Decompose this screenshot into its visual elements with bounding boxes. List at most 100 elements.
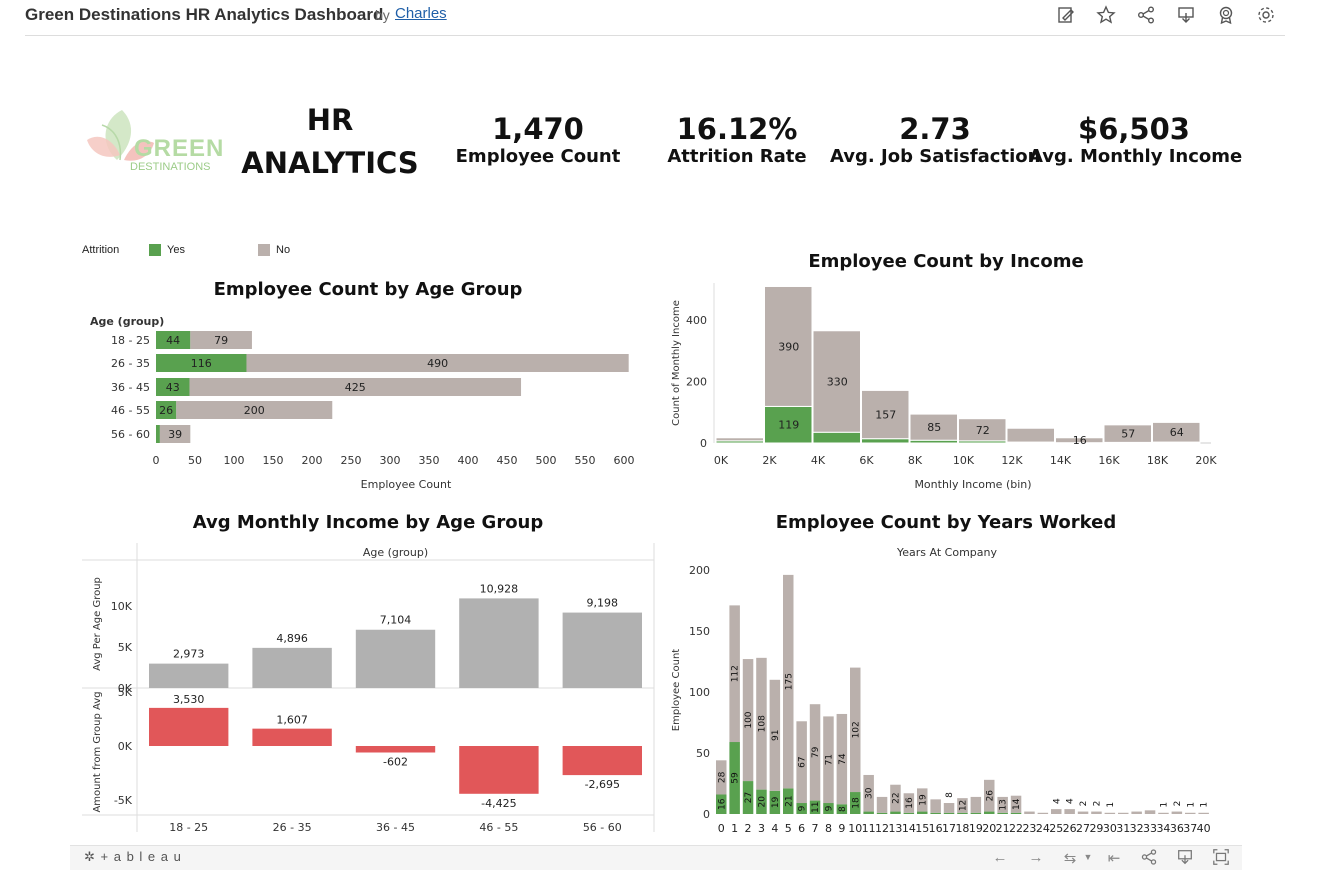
x-tick-label: 40	[1197, 822, 1211, 835]
revert-dropdown-icon[interactable]: ▼	[1078, 852, 1098, 870]
data-label-no: 28	[717, 771, 727, 783]
x-tick-label: 6K	[859, 454, 874, 467]
bar-no	[1185, 812, 1196, 814]
data-label-no: 1	[1106, 802, 1116, 808]
data-label-diff: -4,425	[481, 797, 516, 810]
data-label-no: 74	[838, 753, 848, 765]
x-tick-label: 14	[902, 822, 916, 835]
x-tick-label: 21	[996, 822, 1010, 835]
x-tick-label: 200	[302, 454, 323, 467]
data-label-yes: 44	[166, 334, 180, 347]
y-tick-label: 56 - 60	[111, 428, 150, 441]
x-axis-title: Employee Count	[361, 478, 452, 491]
x-tick-label: 29	[1089, 822, 1103, 835]
x-tick-label: 17	[942, 822, 956, 835]
bar-income-diff	[149, 707, 229, 746]
data-label-no: 57	[1121, 428, 1135, 441]
redo-icon[interactable]: →	[1026, 849, 1046, 867]
chart-employee-count-by-years[interactable]: Years At Company050100150200Employee Cou…	[665, 540, 1235, 840]
bar-income-diff	[355, 746, 436, 753]
data-label-no: 79	[214, 334, 228, 347]
bar-yes	[997, 812, 1008, 814]
chart-avg-monthly-income[interactable]: Age (group) 0K 5K 10K Avg Per Age Group 2,973…	[82, 540, 657, 840]
x-tick-label: 32	[1130, 822, 1144, 835]
star-icon[interactable]	[1096, 5, 1118, 27]
bar-no	[1037, 812, 1049, 814]
x-tick-label: 2K	[762, 454, 777, 467]
chart-title-income: Employee Count by Income	[808, 251, 1084, 272]
tableau-brand-text: + a b l e a u	[100, 849, 182, 864]
x-tick-label: 5	[785, 822, 792, 835]
legend-label-no: No	[276, 244, 291, 256]
x-tick-label: 16K	[1098, 454, 1120, 467]
data-label-avg: 2,973	[173, 648, 205, 661]
tableau-logo-icon: ✲	[84, 849, 96, 864]
bar-yes	[943, 812, 955, 814]
bar-yes	[861, 438, 910, 444]
x-tick-label: 7	[812, 822, 819, 835]
x-tick-label: 400	[458, 454, 479, 467]
data-label-yes: 116	[191, 357, 212, 370]
share-icon[interactable]	[1140, 848, 1160, 868]
x-axis-title: Monthly Income (bin)	[914, 478, 1031, 491]
kpi-employee-count: 1,470 Employee Count	[438, 112, 643, 167]
x-tick-label: 11	[862, 822, 876, 835]
undo-icon[interactable]: ←	[990, 849, 1010, 867]
bar-no	[930, 799, 941, 813]
data-label-yes: 26	[159, 404, 173, 417]
attrition-legend[interactable]: Attrition Yes No	[82, 243, 302, 261]
x-tick-label: 18K	[1147, 454, 1169, 467]
data-label-diff: -2,695	[585, 778, 620, 791]
bar-no	[1006, 427, 1055, 443]
edit-icon[interactable]	[1056, 5, 1078, 27]
x-tick-label: 500	[536, 454, 557, 467]
x-tick-label: 600	[614, 454, 635, 467]
data-label-no: 390	[778, 340, 799, 353]
data-label-no: 19	[918, 794, 928, 806]
tableau-logo[interactable]: ✲ + a b l e a u	[84, 849, 182, 865]
data-label-yes: 9	[798, 805, 808, 811]
chart-employee-count-by-age[interactable]: Age (group) 18 - 25 44 79 26 - 35 116 490 36 - …	[82, 305, 662, 495]
settings-icon[interactable]	[1256, 5, 1278, 27]
kpi-label: Employee Count	[455, 146, 621, 167]
data-label-no: 91	[771, 730, 781, 741]
data-label-yes: 27	[744, 792, 754, 803]
download-icon[interactable]	[1176, 5, 1198, 27]
x-tick-label: 24	[1036, 822, 1050, 835]
top-divider	[25, 35, 1285, 36]
x-tick-label: 36 - 45	[376, 821, 415, 834]
data-label-yes: 9	[824, 805, 834, 811]
data-label-no: 8	[945, 792, 955, 798]
bar-yes	[957, 812, 968, 814]
x-tick-label: 4	[771, 822, 778, 835]
data-label-avg: 7,104	[380, 614, 412, 627]
x-tick-label: 22	[1009, 822, 1023, 835]
x-tick-label: 13	[888, 822, 902, 835]
reset-icon[interactable]: ⇤	[1104, 849, 1124, 867]
kpi-value: 2.73	[899, 112, 971, 146]
author-link[interactable]: Charles	[395, 5, 447, 22]
bar-no	[1171, 811, 1183, 814]
data-label-no: 102	[851, 721, 861, 738]
bar-yes	[156, 425, 160, 443]
x-tick-label: 18	[955, 822, 969, 835]
revert-icon[interactable]: ⇆	[1060, 849, 1080, 867]
chart-title-age: Employee Count by Age Group	[213, 279, 523, 300]
badge-icon[interactable]	[1216, 5, 1238, 27]
x-tick-label: 9	[838, 822, 845, 835]
download-icon[interactable]	[1176, 848, 1196, 868]
fullscreen-icon[interactable]	[1212, 848, 1232, 868]
chart-employee-count-by-income[interactable]: 0 200 400 Count of Monthly Income 390 119 330 1…	[665, 275, 1235, 495]
legend-swatch-yes	[149, 244, 161, 256]
share-icon[interactable]	[1136, 5, 1158, 27]
bar-no	[1077, 811, 1089, 814]
y-tick-label-bottom: 0K	[118, 740, 133, 753]
bar-income-diff	[252, 728, 332, 746]
data-label-yes: 19	[771, 796, 781, 808]
data-label-no: 1	[1159, 802, 1169, 808]
data-label-diff: 3,530	[173, 693, 205, 706]
logo-text-green: GREEN	[134, 135, 225, 162]
data-label-no: 175	[784, 673, 794, 690]
x-tick-label: 20	[982, 822, 996, 835]
x-tick-label: 350	[419, 454, 440, 467]
